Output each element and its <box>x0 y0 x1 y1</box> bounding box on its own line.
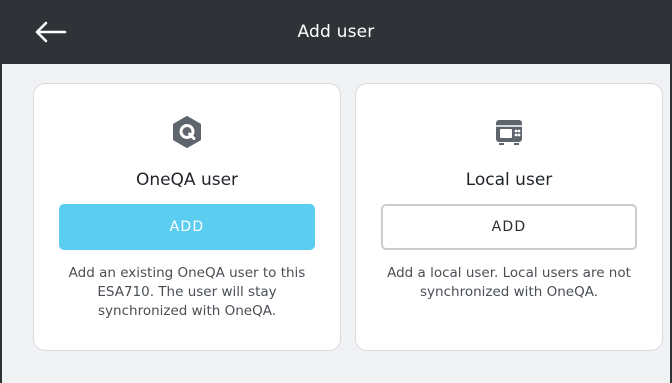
local-user-card: Local user ADD Add a local user. Local u… <box>355 83 663 351</box>
card-description: Add an existing OneQA user to this ESA71… <box>68 265 306 319</box>
card-title: Local user <box>465 170 553 190</box>
oneqa-user-card: OneQA user ADD Add an existing OneQA use… <box>33 83 341 351</box>
arrow-left-icon <box>35 21 67 43</box>
top-bar: Add user <box>0 0 672 64</box>
add-oneqa-user-button[interactable]: ADD <box>59 204 315 250</box>
page-title: Add user <box>297 22 375 42</box>
card-description: Add a local user. Local users are not sy… <box>387 265 631 300</box>
back-button[interactable] <box>30 14 70 50</box>
device-icon <box>491 114 527 150</box>
card-title: OneQA user <box>135 170 239 190</box>
add-local-user-button[interactable]: ADD <box>381 204 637 250</box>
oneqa-logo-icon <box>169 114 205 150</box>
